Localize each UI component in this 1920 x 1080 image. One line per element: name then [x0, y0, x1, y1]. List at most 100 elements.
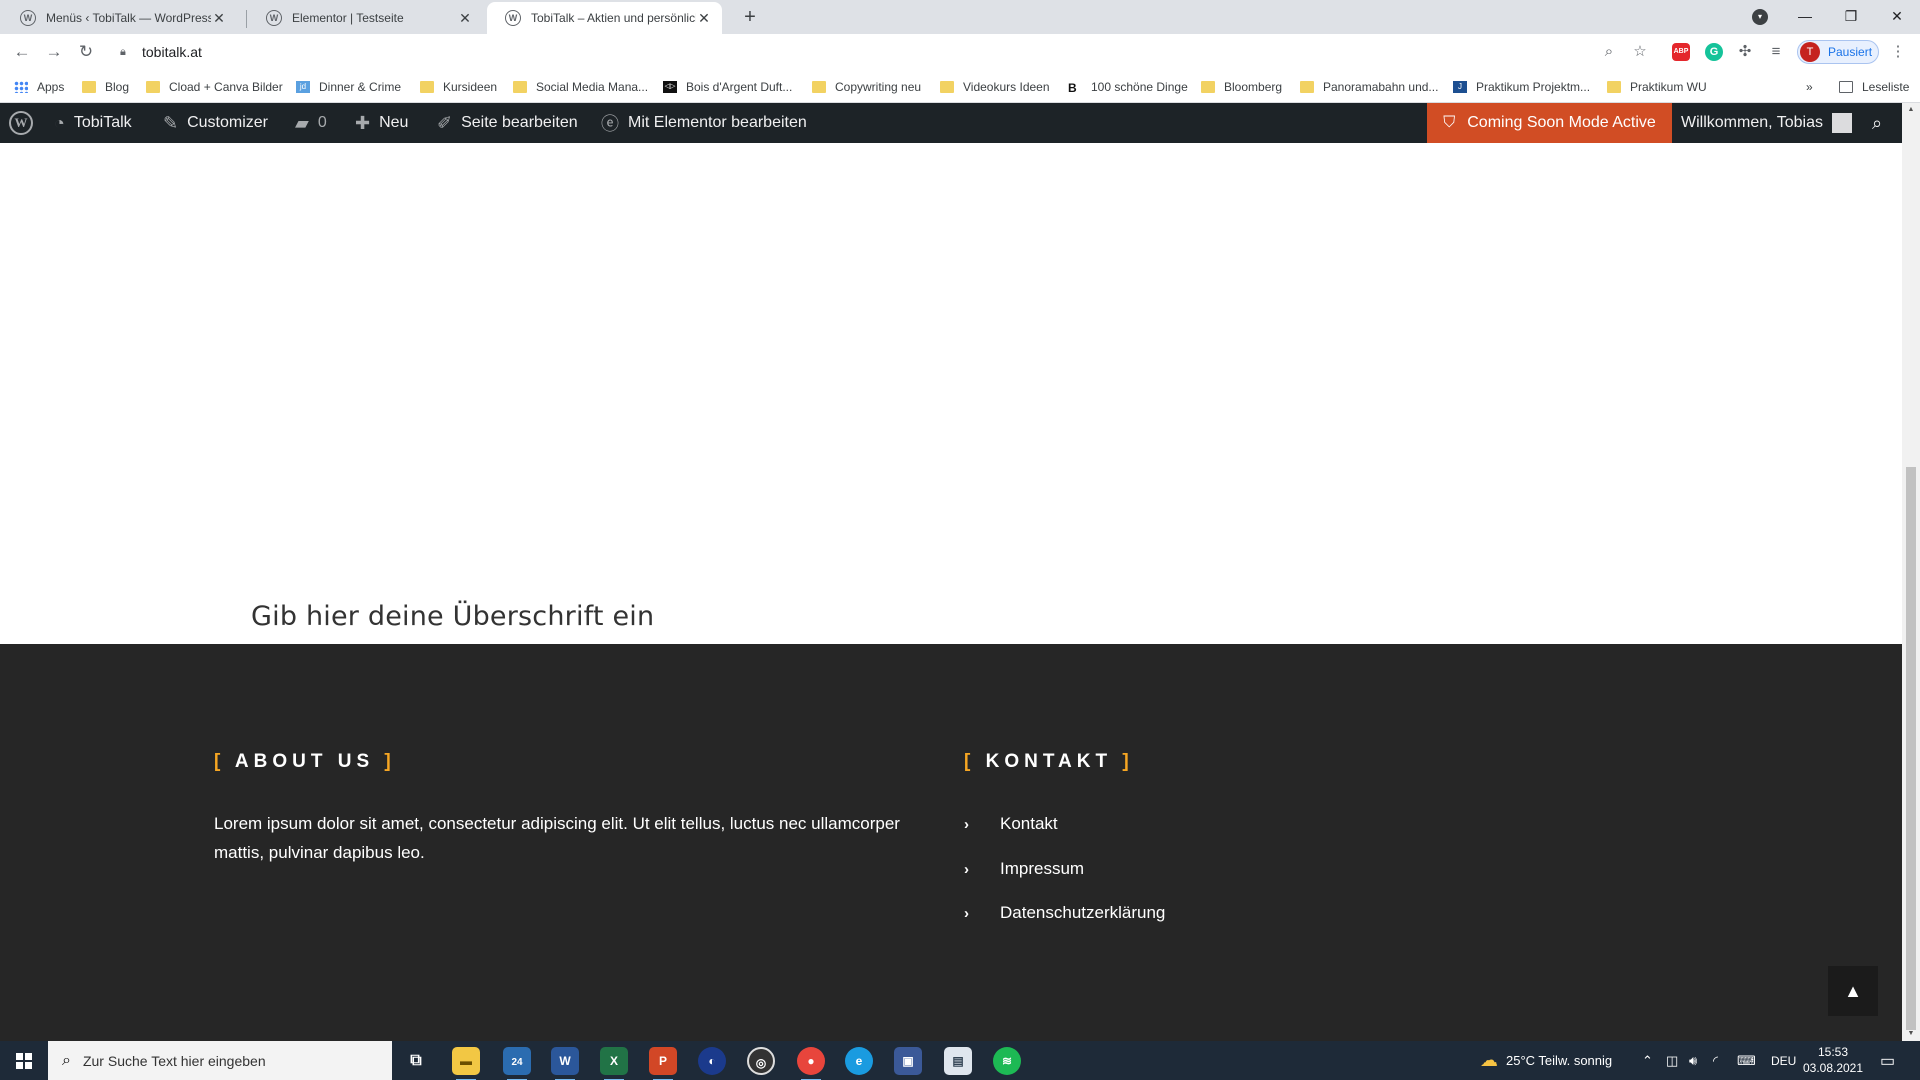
coming-soon-badge[interactable]: ⛉ Coming Soon Mode Active [1427, 103, 1672, 143]
adblock-icon[interactable]: ABP [1672, 43, 1690, 61]
lock-icon: 🔒︎ [120, 45, 126, 58]
site-name-link[interactable]: ◔ TobiTalk [54, 103, 132, 143]
folder-icon [940, 81, 954, 93]
bracket-open: [ [214, 751, 226, 772]
edge-icon[interactable]: e [845, 1047, 873, 1075]
tab-divider [246, 10, 247, 28]
comments-link[interactable]: ▰ 0 [295, 103, 327, 143]
file-explorer-icon[interactable]: ▬ [452, 1047, 480, 1080]
forward-icon[interactable]: → [42, 40, 66, 64]
keyboard-icon[interactable]: ⌨ [1737, 1041, 1756, 1080]
task-view-icon[interactable]: ⧉ [402, 1047, 430, 1075]
weather-widget[interactable]: ☁︎ 25°C Teilw. sonnig [1480, 1041, 1612, 1080]
bookmark-praktikum-wu[interactable]: Praktikum WU [1607, 77, 1707, 97]
tab-tobitalk[interactable]: W TobiTalk – Aktien und persönlich ✕ [487, 2, 722, 34]
bookmark-label: Bloomberg [1224, 80, 1283, 94]
bookmark-label: Praktikum Projektm... [1476, 80, 1591, 94]
bookmark-videokurs[interactable]: Videokurs Ideen [940, 77, 1050, 97]
scroll-down-arrow[interactable]: ▼ [1906, 1030, 1916, 1037]
folder-icon [420, 81, 434, 93]
search-icon: ⌕ [1872, 112, 1883, 133]
j-logo-icon: J [1453, 81, 1467, 93]
reload-icon[interactable]: ↻ [74, 40, 98, 64]
taskbar-search[interactable]: ⌕ Zur Suche Text hier eingeben [48, 1041, 392, 1080]
new-tab-button[interactable]: + [738, 5, 762, 29]
menu-icon[interactable]: ⋮ [1888, 42, 1908, 62]
close-window-button[interactable]: ✕ [1874, 0, 1920, 34]
network-icon[interactable]: ◜ [1713, 1041, 1718, 1080]
pencil-icon: ✐ [437, 112, 453, 133]
bookmark-dinner-crime[interactable]: jd Dinner & Crime [296, 77, 401, 97]
grammarly-icon[interactable]: G [1705, 43, 1723, 61]
bookmark-apps[interactable]: Apps [14, 77, 64, 97]
notepad-icon[interactable]: ▤ [944, 1047, 972, 1075]
tab-search-icon[interactable]: ▾ [1752, 9, 1768, 25]
address-bar[interactable]: 🔒︎ tobitalk.at [110, 36, 1630, 68]
obs-icon[interactable]: ◎ [747, 1047, 775, 1075]
tab-menus[interactable]: W Menüs ‹ TobiTalk — WordPress ✕ [2, 2, 237, 34]
bookmark-star-icon[interactable]: ☆ [1630, 42, 1650, 62]
bookmark-100-dinge[interactable]: B 100 schöne Dinge [1068, 77, 1188, 97]
bookmark-kursideen[interactable]: Kursideen [420, 77, 497, 97]
bookmark-praktikum-projekt[interactable]: J Praktikum Projektm... [1453, 77, 1590, 97]
bracket-close: ] [1122, 751, 1134, 772]
extensions-icon[interactable]: ✣ [1735, 42, 1755, 62]
scroll-to-top-button[interactable]: ▲ [1828, 966, 1878, 1016]
app-icon[interactable]: ▣ [894, 1047, 922, 1075]
bookmark-social-media[interactable]: Social Media Mana... [513, 77, 648, 97]
word-icon[interactable]: W [551, 1047, 579, 1080]
site-name: TobiTalk [73, 114, 132, 131]
admin-search-button[interactable]: ⌕ [1872, 103, 1891, 143]
reading-list-button[interactable]: Leseliste [1839, 77, 1909, 97]
spotify-icon[interactable]: ≋ [993, 1047, 1021, 1075]
zoom-icon[interactable]: ⌕ [1599, 42, 1619, 62]
scroll-up-arrow[interactable]: ▲ [1906, 106, 1916, 113]
footer-link-datenschutz[interactable]: › Datenschutzerklärung [964, 901, 1165, 925]
comment-icon: ▰ [295, 112, 309, 133]
edit-elementor-link[interactable]: ⓔ Mit Elementor bearbeiten [601, 103, 807, 143]
edit-page-link[interactable]: ✐ Seite bearbeiten [437, 103, 578, 143]
apps-icon [14, 81, 28, 93]
close-icon[interactable]: ✕ [696, 10, 712, 27]
volume-icon[interactable]: 🔊︎ [1689, 1041, 1697, 1080]
reading-list-label: Leseliste [1862, 80, 1910, 94]
back-icon[interactable]: ← [10, 40, 34, 64]
jimdo-icon: jd [296, 81, 310, 93]
chevron-right-icon: › [964, 815, 969, 833]
bookmark-label: Panoramabahn und... [1323, 80, 1439, 94]
customizer-link[interactable]: ✎ Customizer [163, 103, 268, 143]
footer-link-kontakt[interactable]: › Kontakt [964, 812, 1058, 836]
wordpress-menu[interactable]: W [9, 103, 33, 143]
media-control-icon[interactable]: ≡ [1766, 42, 1786, 62]
excel-icon[interactable]: X [600, 1047, 628, 1080]
bookmark-panoramabahn[interactable]: Panoramabahn und... [1300, 77, 1438, 97]
powerpoint-icon[interactable]: P [649, 1047, 677, 1080]
mail-icon[interactable]: 24 [503, 1047, 531, 1080]
bookmark-cload[interactable]: Cload + Canva Bilder [146, 77, 283, 97]
tab-elementor[interactable]: W Elementor | Testseite ✕ [248, 2, 483, 34]
profile-button[interactable]: T Pausiert [1797, 40, 1879, 64]
footer-link-impressum[interactable]: › Impressum [964, 857, 1084, 881]
browser-toolbar: ← → ↻ 🔒︎ tobitalk.at ⌕ ☆ ✣ ≡ ⋮ [0, 34, 1920, 70]
bookmark-copywriting[interactable]: Copywriting neu [812, 77, 921, 97]
tray-expand-icon[interactable]: ⌃ [1642, 1041, 1653, 1080]
bookmark-bois-dargent[interactable]: ◁▷ Bois d'Argent Duft... [663, 77, 792, 97]
bookmark-blog[interactable]: Blog [82, 77, 129, 97]
start-button[interactable] [0, 1041, 48, 1080]
bookmark-bloomberg[interactable]: Bloomberg [1201, 77, 1282, 97]
new-content-link[interactable]: ✚ Neu [355, 103, 408, 143]
close-icon[interactable]: ✕ [211, 10, 227, 27]
close-icon[interactable]: ✕ [457, 10, 473, 27]
app-icon[interactable]: ◐ [698, 1047, 726, 1075]
bookmarks-overflow-button[interactable]: » [1806, 77, 1813, 97]
minimize-button[interactable]: — [1782, 0, 1828, 34]
meet-now-icon[interactable]: ◫ [1666, 1041, 1678, 1080]
footer-link-label: Kontakt [1000, 814, 1058, 833]
scrollbar-thumb[interactable] [1906, 467, 1916, 1030]
clock[interactable]: 15:53 03.08.2021 [1788, 1044, 1878, 1076]
user-menu[interactable]: Willkommen, Tobias [1681, 103, 1852, 143]
restore-button[interactable]: ❐ [1828, 0, 1874, 34]
chrome-icon[interactable]: ● [797, 1047, 825, 1080]
bookmark-label: Praktikum WU [1630, 80, 1707, 94]
notifications-icon[interactable]: ▭ [1880, 1041, 1895, 1080]
